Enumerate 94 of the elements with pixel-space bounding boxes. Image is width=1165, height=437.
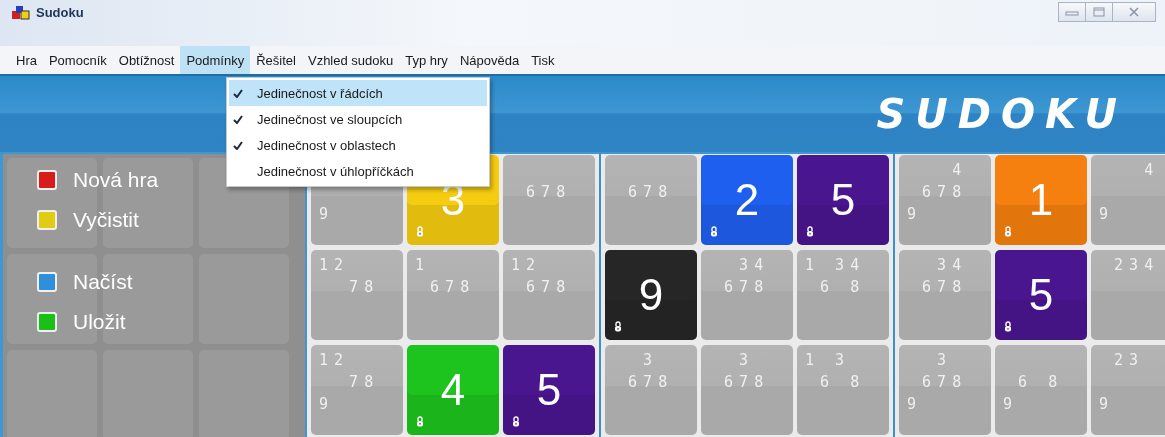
candidate-notes: 1 2	[511, 256, 534, 274]
candidate-notes: 3	[738, 351, 747, 369]
given-cell[interactable]: 9	[605, 250, 697, 340]
maximize-icon	[1093, 7, 1105, 17]
candidate-notes: 9	[1003, 395, 1011, 413]
candidate-notes: 9	[319, 205, 327, 223]
given-cell[interactable]: 5	[995, 250, 1087, 340]
candidate-notes: 7 8	[348, 373, 372, 391]
note-cell[interactable]: 3 4 6 7 8	[701, 250, 793, 340]
candidate-notes: 6 7 8	[723, 373, 762, 391]
candidate-notes: 2 3	[1113, 351, 1137, 369]
note-cell[interactable]: 3 6 7 8 9	[899, 345, 991, 435]
candidate-notes: 3 4	[738, 256, 762, 274]
candidate-notes: 1 2	[319, 256, 342, 274]
menu-button[interactable]: Načíst	[37, 266, 159, 298]
candidate-notes: 7 8	[348, 278, 372, 296]
candidate-notes: 6 7 8	[921, 373, 960, 391]
note-cell[interactable]: 3 6 7 8	[605, 345, 697, 435]
candidate-notes: 1 3 4	[805, 256, 858, 274]
candidate-notes: 9	[907, 205, 915, 223]
given-cell[interactable]: 5	[503, 345, 595, 435]
cell-value: 5	[830, 175, 856, 225]
candidate-notes: 6 7 8	[525, 278, 564, 296]
candidate-notes: 6 7 8	[627, 373, 666, 391]
candidate-notes: 3	[936, 351, 945, 369]
note-cell[interactable]: 3 4 6 7 8	[899, 250, 991, 340]
menu-button[interactable]: Uložit	[37, 306, 159, 338]
cell-value: 1	[1028, 175, 1054, 225]
note-cell[interactable]: 1 2 6 7 8	[503, 250, 595, 340]
note-cell[interactable]: 6 7 8	[503, 155, 595, 245]
cell-value: 5	[536, 365, 562, 415]
note-cell[interactable]: 1 2 7 8	[311, 250, 403, 340]
note-cell[interactable]: 1 3 6 8	[797, 345, 889, 435]
candidate-notes: 6 7 8	[723, 278, 762, 296]
note-cell[interactable]: 1 2 7 8 9	[311, 345, 403, 435]
note-cell[interactable]: 1 3 4 6 8	[797, 250, 889, 340]
minimize-button[interactable]	[1058, 2, 1086, 22]
candidate-notes: 6 7 8	[921, 278, 960, 296]
note-cell[interactable]: 3 6 7 8	[701, 345, 793, 435]
given-cell[interactable]: 2	[701, 155, 793, 245]
menu-item[interactable]: Hra	[10, 46, 43, 74]
candidate-notes: 4	[951, 161, 960, 179]
candidate-notes: 6 7 8	[921, 183, 960, 201]
menu-item[interactable]: Obtížnost	[112, 46, 181, 74]
menu-option[interactable]: Jedinečnost ve sloupcích	[229, 106, 487, 132]
menu-item[interactable]: Nápověda	[453, 46, 526, 74]
cell-value: 4	[440, 365, 466, 415]
candidate-notes: 6 8	[1017, 373, 1056, 391]
candidate-notes: 1	[415, 256, 423, 274]
candidate-notes: 1 3	[805, 351, 843, 369]
note-cell[interactable]: 6 8 9	[995, 345, 1087, 435]
window-title: Sudoku	[36, 5, 84, 20]
candidate-notes: 4	[1143, 161, 1152, 179]
candidate-notes: 6 7 8	[627, 183, 666, 201]
cell-value: 5	[1028, 270, 1054, 320]
cell-value: 9	[638, 270, 664, 320]
note-cell[interactable]: 6 7 8	[605, 155, 697, 245]
close-icon	[1128, 7, 1140, 17]
menu-item[interactable]: Vzhled sudoku	[301, 46, 400, 74]
menu-item[interactable]: Podmínky	[180, 46, 251, 74]
note-cell[interactable]: 1 6 7 8	[407, 250, 499, 340]
candidate-notes: 9	[907, 395, 915, 413]
candidate-notes: 9	[1099, 205, 1107, 223]
note-cell[interactable]: 4 6 7 8 9	[899, 155, 991, 245]
candidate-notes: 3 4	[936, 256, 960, 274]
candidate-notes: 6 8	[819, 373, 858, 391]
menu-item[interactable]: Tisk	[525, 46, 561, 74]
note-cell[interactable]: 2 3 4	[1091, 250, 1165, 340]
candidate-notes: 9	[319, 395, 327, 413]
minimize-icon	[1065, 8, 1079, 16]
logo: SUDOKU	[876, 91, 1127, 137]
menu-option[interactable]: Jedinečnost v oblastech	[229, 132, 487, 158]
cell-value: 2	[734, 175, 760, 225]
app-icon	[12, 6, 30, 20]
given-cell[interactable]: 5	[797, 155, 889, 245]
menu-item[interactable]: Typ hry	[399, 46, 454, 74]
menu-button[interactable]: Vyčistit	[37, 204, 159, 236]
menu-option[interactable]: Jedinečnost v řádcích	[229, 80, 487, 106]
given-cell[interactable]: 4	[407, 345, 499, 435]
candidate-notes: 2 3 4	[1113, 256, 1152, 274]
candidate-notes: 9	[1099, 395, 1107, 413]
candidate-notes: 6 7 8	[429, 278, 468, 296]
menu-button[interactable]: Nová hra	[37, 164, 159, 196]
note-cell[interactable]: 4 9	[1091, 155, 1165, 245]
candidate-notes: 6 7 8	[525, 183, 564, 201]
candidate-notes: 3	[642, 351, 651, 369]
candidate-notes: 6 8	[819, 278, 858, 296]
candidate-notes: 1 2	[319, 351, 342, 369]
menu-item[interactable]: Řešitel	[250, 46, 302, 74]
given-cell[interactable]: 1	[995, 155, 1087, 245]
maximize-button[interactable]	[1085, 2, 1113, 22]
menu-item[interactable]: Pomocník	[42, 46, 113, 74]
note-cell[interactable]: 2 3 9	[1091, 345, 1165, 435]
close-button[interactable]	[1112, 2, 1156, 22]
